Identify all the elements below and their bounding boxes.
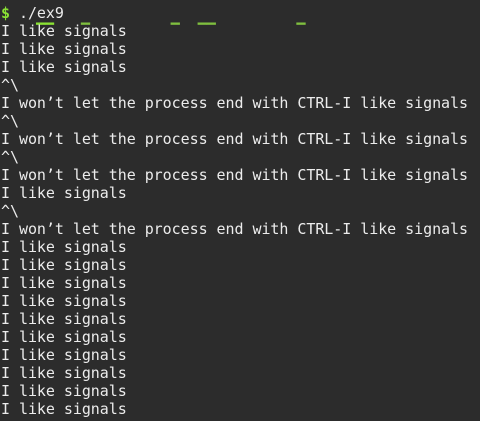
output-line: I like signals bbox=[1, 292, 127, 310]
output-line: ^\ bbox=[1, 112, 19, 130]
output-line: I like signals bbox=[1, 184, 127, 202]
command-text: ./ex9 bbox=[18, 4, 64, 22]
output-line: I like signals bbox=[1, 364, 127, 382]
output-line: I like signals bbox=[1, 382, 127, 400]
output-line: I like signals bbox=[1, 58, 127, 76]
output-line: I won’t let the process end with CTRL-I … bbox=[1, 220, 469, 238]
output-line: I like signals bbox=[1, 40, 127, 58]
output-line: I like signals bbox=[1, 346, 127, 364]
output-line: ^\ bbox=[1, 76, 19, 94]
prompt-symbol: $ bbox=[1, 4, 10, 22]
output-line: ^\ bbox=[1, 148, 19, 166]
output-line: I like signals bbox=[1, 310, 127, 328]
output-line: ^\ bbox=[1, 202, 19, 220]
output-line: I like signals bbox=[1, 256, 127, 274]
output-lines: I like signals I like signals I like signa… bbox=[1, 22, 468, 418]
terminal-output: $ ./ex9 I like signals I like signals I li… bbox=[1, 4, 468, 418]
terminal-window[interactable]: ▁▁ ▁ ▁ ▁▁ ▁ $ ./ex9 I like signals I like… bbox=[0, 0, 480, 421]
output-line: I won’t let the process end with CTRL-I … bbox=[1, 130, 469, 148]
output-line: I won’t let the process end with CTRL-I … bbox=[1, 94, 469, 112]
output-line: I won’t let the process end with CTRL-I … bbox=[1, 166, 469, 184]
output-line: I like signals bbox=[1, 328, 127, 346]
output-line: I like signals bbox=[1, 238, 127, 256]
output-line: I like signals bbox=[1, 274, 127, 292]
output-line: I like signals bbox=[1, 22, 127, 40]
prompt-line: $ ./ex9 bbox=[1, 4, 468, 22]
output-line: I like signals bbox=[1, 400, 127, 418]
